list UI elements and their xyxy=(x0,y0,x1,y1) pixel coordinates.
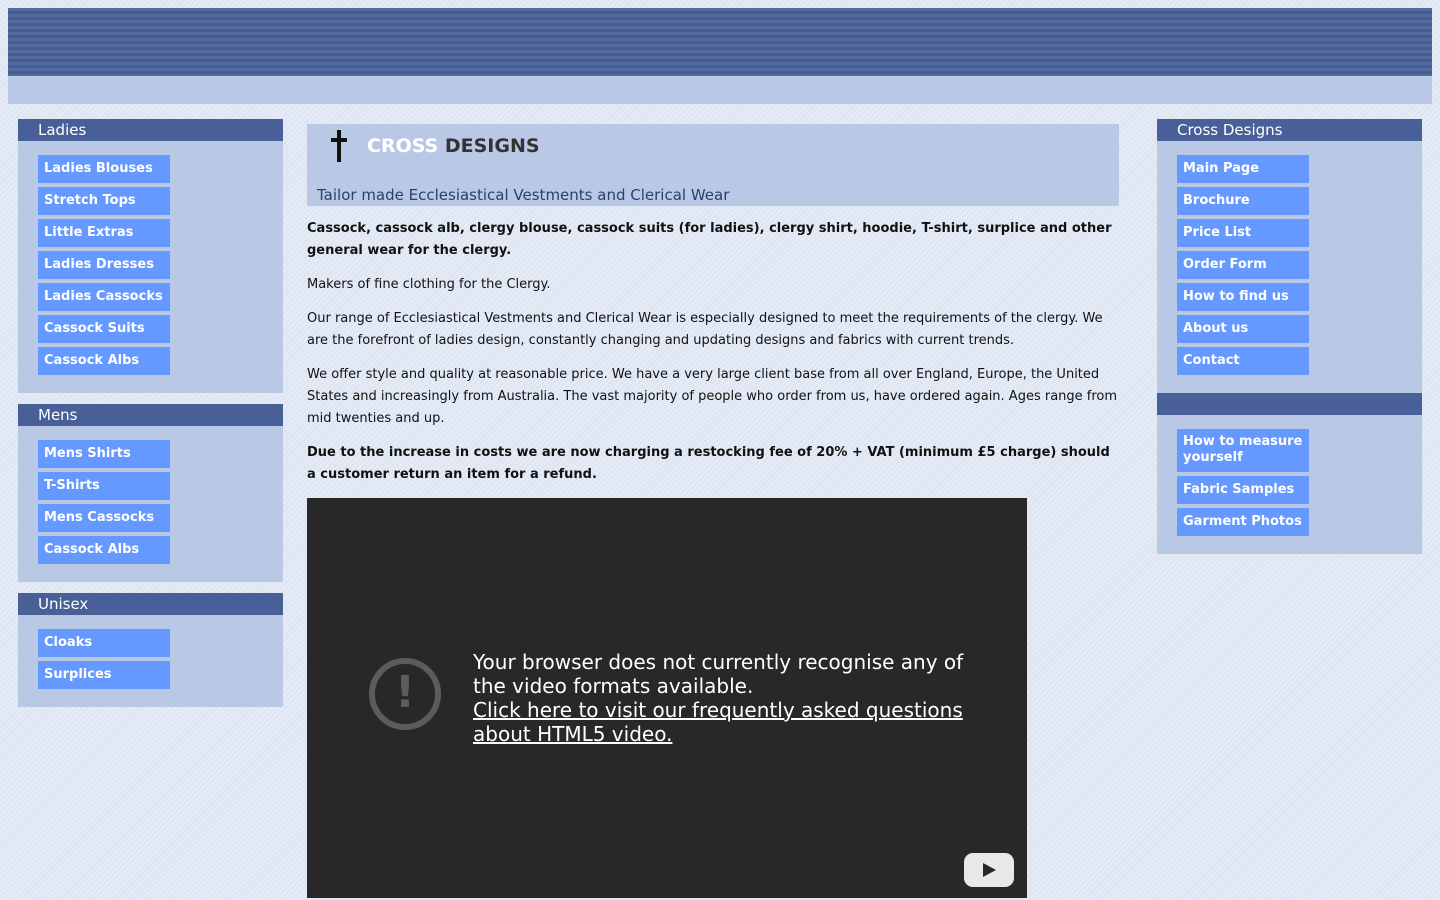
extras-panel: How to measure yourself Fabric Samples G… xyxy=(1157,393,1422,554)
nav-how-to-find-us[interactable]: How to find us xyxy=(1177,283,1309,311)
video-player[interactable]: ! Your browser does not currently recogn… xyxy=(307,498,1027,898)
brand-word-designs: DESIGNS xyxy=(444,135,540,157)
nav-brochure[interactable]: Brochure xyxy=(1177,187,1309,215)
extras-panel-title xyxy=(1157,393,1422,415)
nav-contact[interactable]: Contact xyxy=(1177,347,1309,375)
nav-how-to-measure[interactable]: How to measure yourself xyxy=(1177,429,1309,472)
brand-logo: CROSS DESIGNS xyxy=(367,135,540,157)
makers-paragraph: Makers of fine clothing for the Clergy. xyxy=(307,277,551,292)
nav-mens-cassock-albs[interactable]: Cassock Albs xyxy=(38,536,170,564)
unisex-panel-title: Unisex xyxy=(18,593,283,615)
nav-garment-photos[interactable]: Garment Photos xyxy=(1177,508,1309,536)
header-subbar xyxy=(8,76,1432,104)
range-paragraph: Our range of Ecclesiastical Vestments an… xyxy=(307,311,1103,348)
nav-cloaks[interactable]: Cloaks xyxy=(38,629,170,657)
ladies-panel-title: Ladies xyxy=(18,119,283,141)
video-unsupported-text: Your browser does not currently recognis… xyxy=(473,650,964,698)
nav-main-page[interactable]: Main Page xyxy=(1177,155,1309,183)
nav-ladies-blouses[interactable]: Ladies Blouses xyxy=(38,155,170,183)
ladies-panel: Ladies Ladies Blouses Stretch Tops Littl… xyxy=(18,119,283,393)
intro-paragraph: Cassock, cassock alb, clergy blouse, cas… xyxy=(307,221,1112,258)
youtube-play-icon[interactable] xyxy=(964,853,1014,887)
left-sidebar: Ladies Ladies Blouses Stretch Tops Littl… xyxy=(18,119,283,718)
cross-icon xyxy=(329,130,349,162)
brand-word-cross: CROSS xyxy=(367,135,439,157)
html5-faq-link[interactable]: Click here to visit our frequently asked… xyxy=(473,698,993,746)
restocking-notice: Due to the increase in costs we are now … xyxy=(307,445,1110,482)
unisex-panel: Unisex Cloaks Surplices xyxy=(18,593,283,707)
nav-price-list[interactable]: Price List xyxy=(1177,219,1309,247)
header-banner xyxy=(8,8,1432,76)
nav-ladies-cassocks[interactable]: Ladies Cassocks xyxy=(38,283,170,311)
mens-panel: Mens Mens Shirts T-Shirts Mens Cassocks … xyxy=(18,404,283,582)
tagline: Tailor made Ecclesiastical Vestments and… xyxy=(317,186,730,204)
nav-cassock-suits[interactable]: Cassock Suits xyxy=(38,315,170,343)
nav-surplices[interactable]: Surplices xyxy=(38,661,170,689)
nav-t-shirts[interactable]: T-Shirts xyxy=(38,472,170,500)
nav-stretch-tops[interactable]: Stretch Tops xyxy=(38,187,170,215)
nav-ladies-cassock-albs[interactable]: Cassock Albs xyxy=(38,347,170,375)
nav-ladies-dresses[interactable]: Ladies Dresses xyxy=(38,251,170,279)
nav-fabric-samples[interactable]: Fabric Samples xyxy=(1177,476,1309,504)
logo-header: CROSS DESIGNS Tailor made Ecclesiastical… xyxy=(307,124,1119,206)
quality-paragraph: We offer style and quality at reasonable… xyxy=(307,367,1118,426)
nav-about-us[interactable]: About us xyxy=(1177,315,1309,343)
nav-order-form[interactable]: Order Form xyxy=(1177,251,1309,279)
cross-designs-panel: Cross Designs Main Page Brochure Price L… xyxy=(1157,119,1422,393)
main-content: CROSS DESIGNS Tailor made Ecclesiastical… xyxy=(307,124,1119,898)
cross-designs-panel-title: Cross Designs xyxy=(1157,119,1422,141)
nav-little-extras[interactable]: Little Extras xyxy=(38,219,170,247)
mens-panel-title: Mens xyxy=(18,404,283,426)
right-sidebar: Cross Designs Main Page Brochure Price L… xyxy=(1157,119,1422,565)
video-message: Your browser does not currently recognis… xyxy=(473,650,993,746)
warning-icon: ! xyxy=(369,658,441,730)
nav-mens-shirts[interactable]: Mens Shirts xyxy=(38,440,170,468)
nav-mens-cassocks[interactable]: Mens Cassocks xyxy=(38,504,170,532)
